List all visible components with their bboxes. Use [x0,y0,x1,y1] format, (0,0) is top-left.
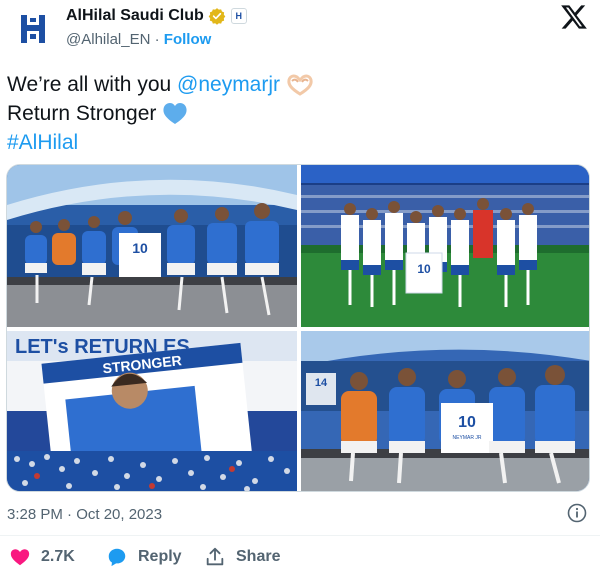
tweet-line-2-text: Return Stronger [7,102,157,125]
reply-bubble-icon [108,548,126,567]
follow-button[interactable]: Follow [164,31,212,48]
shirt-number-1: 10 [132,240,148,256]
mention-link[interactable]: @neymarjr [177,73,280,96]
x-logo-icon[interactable] [560,4,588,30]
club-logo-icon [21,15,45,43]
timestamp-text[interactable]: 3:28 PM · Oct 20, 2023 [7,506,162,523]
heart-hands-emoji [287,74,313,97]
reply-label: Reply [138,548,182,565]
tweet-line-1-text: We’re all with you [7,73,178,96]
hashtag-link[interactable]: #AlHilal [7,131,78,154]
media-grid: 10 10 LET's RETURN ES STRONGER 14 10 NEY… [6,164,590,492]
share-icon [206,547,224,566]
like-button[interactable]: 2.7K [9,546,75,568]
tweet-line-3: #AlHilal [7,128,314,157]
tweet-header: AlHilal Saudi Club H @Alhilal_EN · Follo… [0,0,600,62]
seat-number: 14 [315,377,328,389]
blue-heart-emoji [163,103,187,125]
verified-badge-icon [208,8,226,25]
affiliate-badge-icon[interactable]: H [230,8,247,24]
shirt-number-4: 10 [458,414,476,431]
share-button[interactable]: Share [204,546,280,568]
like-count: 2.7K [41,548,75,565]
info-icon[interactable] [567,503,587,523]
photo-fans-banner[interactable]: LET's RETURN ES STRONGER [7,331,297,491]
photo-bench-close[interactable]: 14 10 NEYMAR JR [301,331,589,491]
photo-team[interactable]: 10 [301,165,589,327]
reply-button[interactable]: Reply [106,546,182,568]
timestamp[interactable]: 3:28 PM · Oct 20, 2023 [7,506,162,523]
display-name[interactable]: AlHilal Saudi Club [66,7,204,25]
tweet-line-1: We’re all with you @neymarjr [7,70,314,99]
shirt-name: NEYMAR JR [453,435,482,441]
tweet-text: We’re all with you @neymarjr Return Stro… [7,70,314,157]
share-label: Share [236,548,281,565]
handle-row: @Alhilal_EN · Follow [66,31,211,48]
action-bar: 2.7K Reply Share [0,546,600,576]
shirt-number-2: 10 [417,262,431,276]
name-row: AlHilal Saudi Club H [66,7,247,25]
tweet-line-2: Return Stronger [7,99,314,128]
divider [0,535,600,536]
photo-bench[interactable]: 10 [7,165,297,327]
handle[interactable]: @Alhilal_EN [66,31,150,48]
handle-separator: · [154,31,160,48]
heart-icon [10,549,30,566]
avatar[interactable] [10,6,56,52]
